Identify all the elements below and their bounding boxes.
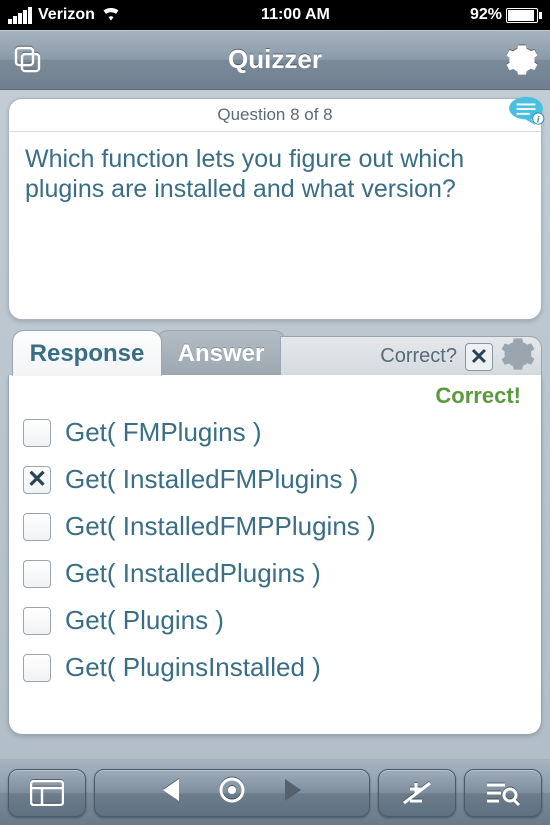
option-checkbox[interactable] [23, 654, 51, 682]
svg-text:i: i [537, 113, 540, 124]
carrier-label: Verizon [38, 6, 95, 24]
option-row[interactable]: Get( Plugins ) [23, 597, 527, 644]
nav-bar: Quizzer [0, 30, 550, 90]
mark-checkbox[interactable]: ✕ [465, 343, 493, 371]
search-button[interactable] [464, 769, 542, 817]
option-row[interactable]: ✕ Get( InstalledFMPlugins ) [23, 456, 527, 503]
layout-button[interactable] [8, 769, 86, 817]
option-row[interactable]: Get( PluginsInstalled ) [23, 644, 527, 691]
option-checkbox[interactable]: ✕ [23, 466, 51, 494]
option-checkbox[interactable] [23, 419, 51, 447]
battery-percent: 92% [470, 6, 502, 24]
record-icon[interactable] [219, 777, 245, 808]
option-checkbox[interactable] [23, 513, 51, 541]
edit-button[interactable] [378, 769, 456, 817]
option-label: Get( InstalledFMPlugins ) [65, 464, 358, 495]
option-label: Get( InstalledPlugins ) [65, 558, 321, 589]
question-counter: Question 8 of 8 [9, 99, 541, 132]
option-row[interactable]: Get( FMPlugins ) [23, 409, 527, 456]
option-label: Get( InstalledFMPPlugins ) [65, 511, 376, 542]
clock: 11:00 AM [261, 6, 330, 24]
question-text: Which function lets you figure out which… [9, 132, 541, 216]
signal-icon [8, 7, 32, 24]
wifi-icon [101, 5, 121, 26]
option-checkbox[interactable] [23, 560, 51, 588]
correct-label: Correct? [380, 345, 457, 368]
next-icon [283, 777, 305, 808]
battery-icon [506, 8, 542, 23]
prev-icon[interactable] [159, 777, 181, 808]
answer-section: Answer Response Correct? ✕ Correct! Get(… [8, 330, 542, 735]
feedback-text: Correct! [23, 383, 527, 409]
option-label: Get( Plugins ) [65, 605, 224, 636]
answer-card: Correct! Get( FMPlugins ) ✕ Get( Installed… [8, 375, 542, 735]
status-bar: Verizon 11:00 AM 92% [0, 0, 550, 30]
hint-icon[interactable]: i [507, 95, 545, 127]
option-label: Get( FMPlugins ) [65, 417, 262, 448]
option-row[interactable]: Get( InstalledFMPPlugins ) [23, 503, 527, 550]
option-checkbox[interactable] [23, 607, 51, 635]
option-label: Get( PluginsInstalled ) [65, 652, 321, 683]
nav-group [94, 769, 370, 817]
gear-icon[interactable] [506, 44, 538, 76]
tab-answer[interactable]: Answer [156, 330, 286, 376]
option-row[interactable]: Get( InstalledPlugins ) [23, 550, 527, 597]
windows-icon[interactable] [12, 44, 44, 76]
page-title: Quizzer [228, 44, 322, 75]
bottom-toolbar [0, 759, 550, 825]
question-card: Question 8 of 8 i Which function lets yo… [8, 98, 542, 320]
tab-response[interactable]: Response [12, 330, 162, 376]
settings-gear-icon[interactable] [501, 337, 535, 376]
